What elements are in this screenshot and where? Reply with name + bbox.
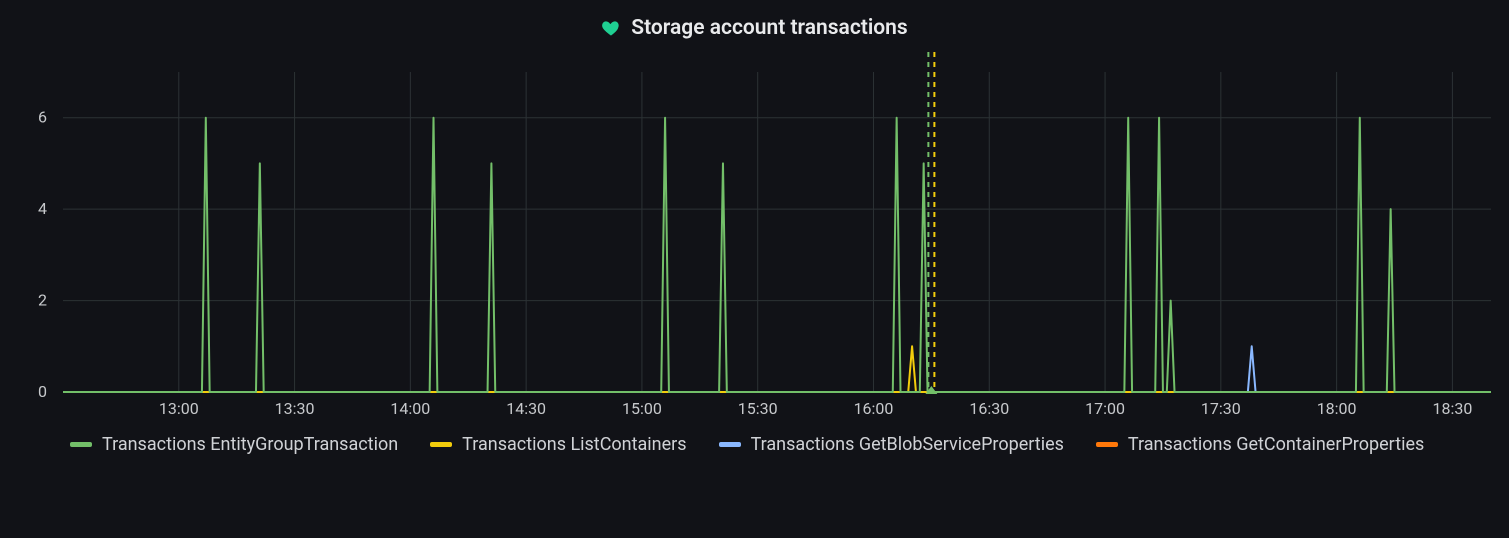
svg-text:4: 4 — [38, 199, 47, 218]
legend-swatch — [430, 442, 452, 447]
panel-title: Storage account transactions — [631, 16, 907, 40]
svg-text:18:00: 18:00 — [1317, 399, 1357, 418]
legend-label: Transactions GetBlobServiceProperties — [751, 434, 1064, 455]
svg-text:14:00: 14:00 — [390, 399, 430, 418]
svg-text:0: 0 — [38, 382, 47, 401]
svg-text:13:00: 13:00 — [159, 399, 199, 418]
legend-swatch — [719, 442, 741, 447]
svg-text:16:00: 16:00 — [854, 399, 894, 418]
legend-swatch — [70, 442, 92, 447]
svg-text:17:00: 17:00 — [1085, 399, 1125, 418]
svg-text:6: 6 — [38, 108, 47, 127]
svg-text:16:30: 16:30 — [969, 399, 1009, 418]
heart-icon — [601, 18, 621, 38]
legend-item[interactable]: Transactions EntityGroupTransaction — [70, 434, 398, 455]
legend-label: Transactions EntityGroupTransaction — [102, 434, 398, 455]
svg-text:15:00: 15:00 — [622, 399, 662, 418]
svg-text:2: 2 — [38, 291, 47, 310]
chart-plot-area[interactable]: 0 2 4 6 13:00 13:30 14:00 14:30 15:00 15:30 16:00 1… — [8, 52, 1501, 422]
chart-panel: Storage account transactions 0 2 4 6 13:00 13… — [0, 0, 1509, 538]
legend-label: Transactions GetContainerProperties — [1128, 434, 1424, 455]
svg-text:15:30: 15:30 — [738, 399, 778, 418]
svg-text:13:30: 13:30 — [275, 399, 315, 418]
svg-text:14:30: 14:30 — [506, 399, 546, 418]
legend-item[interactable]: Transactions ListContainers — [430, 434, 686, 455]
legend-item[interactable]: Transactions GetContainerProperties — [1096, 434, 1424, 455]
legend-swatch — [1096, 442, 1118, 447]
panel-header[interactable]: Storage account transactions — [8, 8, 1501, 48]
line-chart: 0 2 4 6 13:00 13:30 14:00 14:30 15:00 15:30 16:00 1… — [8, 52, 1501, 422]
svg-text:18:30: 18:30 — [1432, 399, 1472, 418]
legend-label: Transactions ListContainers — [462, 434, 686, 455]
chart-legend: Transactions EntityGroupTransaction Trans… — [8, 422, 1501, 455]
legend-item[interactable]: Transactions GetBlobServiceProperties — [719, 434, 1064, 455]
svg-text:17:30: 17:30 — [1201, 399, 1241, 418]
